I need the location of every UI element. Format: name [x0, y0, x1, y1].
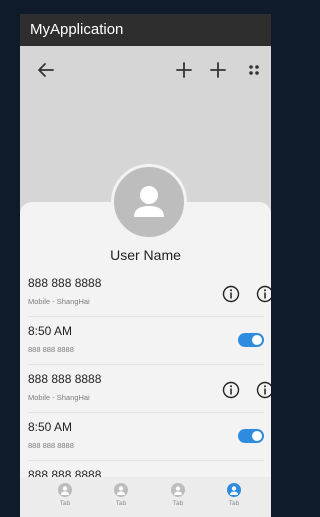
grid-dots-icon	[249, 65, 259, 75]
person-icon	[114, 483, 128, 497]
info-icon[interactable]	[256, 381, 271, 399]
toggle-switch[interactable]	[238, 429, 264, 443]
list-item-subtitle: Mobile - ShangHai	[28, 297, 90, 306]
tab-3[interactable]: Tab	[158, 483, 198, 507]
tab-1[interactable]: Tab	[45, 483, 85, 507]
list-item-subtitle: 888 888 8888	[28, 345, 74, 354]
plus-icon	[210, 62, 226, 78]
plus-icon	[176, 62, 192, 78]
toggle-knob	[252, 431, 262, 441]
tab-label: Tab	[172, 500, 184, 507]
list-item-subtitle: Mobile - ShangHai	[28, 393, 90, 402]
more-button[interactable]	[242, 58, 266, 82]
list-item[interactable]: 8:50 AM 888 888 8888	[28, 412, 264, 461]
toggle-knob	[252, 335, 262, 345]
info-icon[interactable]	[222, 285, 240, 303]
list-item-title: 8:50 AM	[28, 324, 73, 338]
bottom-tab-bar: Tab Tab Tab Tab	[20, 477, 271, 517]
add-button-1[interactable]	[172, 58, 196, 82]
app-title: MyApplication	[30, 21, 124, 38]
list-item-title: 888 888 8888	[28, 372, 102, 386]
tab-label: Tab	[115, 500, 127, 507]
list-item[interactable]: 8:50 AM 888 888 8888	[28, 316, 264, 365]
app-title-bar: MyApplication	[20, 14, 271, 46]
list-item-title: 8:50 AM	[28, 420, 73, 434]
toggle-switch[interactable]	[238, 333, 264, 347]
person-icon	[134, 186, 164, 217]
list-item[interactable]: 888 888 8888 Mobile - ShangHai	[28, 364, 271, 413]
tab-4[interactable]: Tab	[214, 483, 254, 507]
tab-label: Tab	[59, 500, 71, 507]
arrow-left-icon	[38, 63, 54, 77]
info-icon[interactable]	[256, 285, 271, 303]
info-icon[interactable]	[222, 381, 240, 399]
tab-label: Tab	[228, 500, 240, 507]
user-name: User Name	[110, 247, 181, 263]
add-button-2[interactable]	[206, 58, 230, 82]
person-icon	[171, 483, 185, 497]
back-button[interactable]	[34, 58, 58, 82]
list-item[interactable]: 888 888 8888 Mobile - ShangHai	[28, 268, 271, 317]
list-item-subtitle: 888 888 8888	[28, 441, 74, 450]
person-icon	[227, 483, 241, 497]
avatar[interactable]	[111, 164, 187, 240]
list-item-title: 888 888 8888	[28, 276, 102, 290]
tab-2[interactable]: Tab	[101, 483, 141, 507]
person-icon	[58, 483, 72, 497]
device-screen: MyApplication User Name 888 888 8888 Mob…	[20, 14, 271, 517]
